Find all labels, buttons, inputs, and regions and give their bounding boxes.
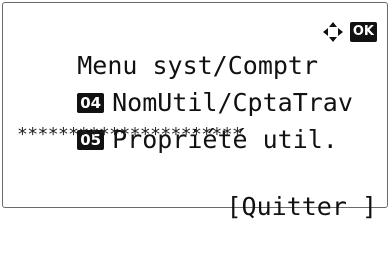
masked-separator: ********************** bbox=[17, 124, 243, 145]
menu-item-user-name-job-accounting[interactable]: 04 NomUtil/CptaTrav bbox=[17, 52, 377, 117]
softkey-row: [Quitter ] bbox=[17, 156, 377, 221]
quit-softkey-button[interactable]: [Quitter ] bbox=[226, 192, 377, 221]
menu-item-user-property[interactable]: 05 Propriété util. bbox=[17, 89, 377, 154]
four-way-arrow-icon bbox=[322, 22, 343, 42]
nav-hint: OK bbox=[322, 20, 377, 44]
lcd-panel: Menu syst/Comptr OK 04 NomUtil/CptaTrav 0… bbox=[2, 2, 388, 221]
title-row: Menu syst/Comptr OK bbox=[17, 15, 377, 80]
ok-key-icon: OK bbox=[349, 22, 377, 42]
